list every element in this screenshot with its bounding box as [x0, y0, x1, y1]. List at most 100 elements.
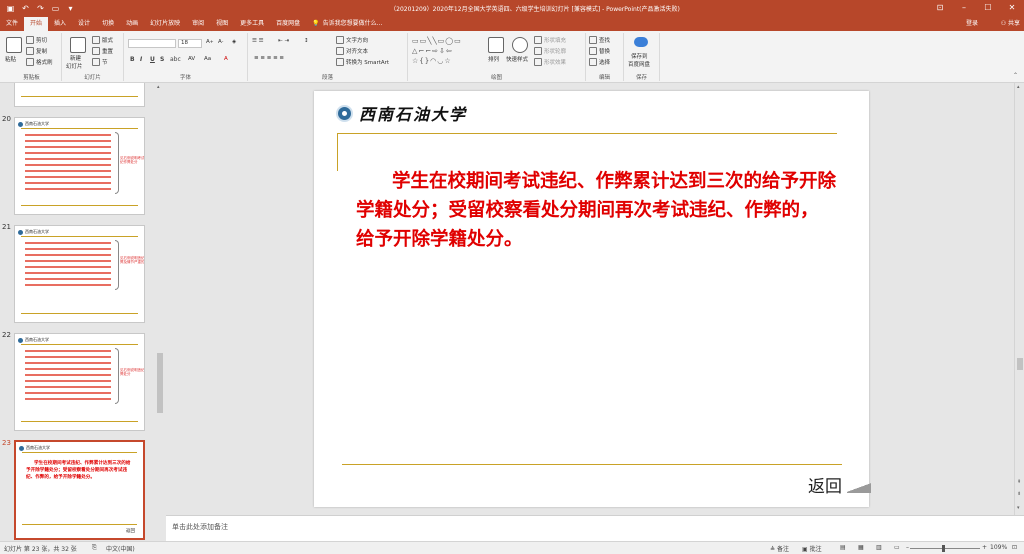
notes-pane[interactable]: 单击此处添加备注: [166, 515, 1024, 541]
cut-button[interactable]: 剪切: [26, 36, 47, 44]
arrange-icon[interactable]: [488, 37, 504, 53]
text-direction-button[interactable]: 文字方向: [336, 36, 368, 44]
line-spacing-icon[interactable]: ↕: [304, 38, 309, 44]
align-text-button[interactable]: 对齐文本: [336, 47, 368, 55]
shapes-gallery[interactable]: ▭▭╲╲▭◯▭ △⌐⌐⇨⇩⇦ ☆{}◠◡☆: [412, 36, 482, 66]
zoom-out-icon[interactable]: –: [906, 544, 909, 551]
reading-view-icon[interactable]: ▥: [876, 544, 882, 551]
zoom-level[interactable]: 109%: [990, 544, 1007, 551]
font-name-combo[interactable]: [128, 39, 176, 48]
tell-me-search[interactable]: 💡 告诉我您想要做什么...: [306, 17, 388, 31]
scroll-up-icon[interactable]: ▴: [157, 84, 160, 90]
ribbon-display-options-icon[interactable]: ⊡: [928, 1, 952, 15]
previous-slide-icon[interactable]: ⇞: [1017, 479, 1021, 485]
paste-icon[interactable]: [6, 37, 22, 53]
copy-button[interactable]: 复制: [26, 47, 47, 55]
tab-view[interactable]: 视图: [210, 17, 234, 31]
paste-button[interactable]: 粘贴: [5, 55, 16, 63]
reset-button[interactable]: 重置: [92, 47, 113, 55]
bold-button[interactable]: B: [130, 56, 135, 63]
bullets-icon[interactable]: ☰ ☰: [252, 38, 264, 44]
redo-icon[interactable]: ↷: [36, 4, 45, 13]
return-arrow-icon[interactable]: [847, 482, 871, 493]
tab-more-tools[interactable]: 更多工具: [234, 17, 270, 31]
login-link[interactable]: 登录: [966, 17, 978, 31]
comments-toggle[interactable]: ▣ 批注: [802, 544, 822, 553]
thumbnail-scrollbar[interactable]: ▴: [156, 83, 164, 541]
fit-to-window-icon[interactable]: ⊡: [1012, 544, 1017, 551]
layout-button[interactable]: 版式: [92, 36, 113, 44]
tab-review[interactable]: 审阅: [186, 17, 210, 31]
font-color-icon[interactable]: A: [224, 56, 228, 62]
slide-thumbnail-21[interactable]: 西南石油大学 见右侧说明违纪作弊及情节严重的: [14, 225, 145, 323]
grow-font-icon[interactable]: A +: [206, 39, 214, 45]
normal-view-icon[interactable]: ▤: [840, 544, 846, 551]
arrange-button[interactable]: 排列: [488, 55, 499, 63]
clear-format-icon[interactable]: ◈: [232, 39, 236, 45]
tab-file[interactable]: 文件: [0, 17, 24, 31]
customize-qat-icon[interactable]: ▾: [66, 4, 75, 13]
underline-button[interactable]: U: [150, 56, 155, 63]
collapse-ribbon-icon[interactable]: ⌃: [1013, 72, 1018, 79]
shape-fill-button[interactable]: 形状填充: [534, 36, 566, 44]
indent-icon[interactable]: ⇤ ⇥: [278, 38, 289, 44]
shadow-button[interactable]: S: [160, 56, 164, 63]
italic-button[interactable]: I: [140, 56, 142, 63]
share-button[interactable]: ⚇ 共享: [1001, 17, 1020, 31]
change-case-icon[interactable]: Aa: [204, 56, 211, 62]
close-icon[interactable]: ✕: [1000, 1, 1024, 15]
thumbnail-scroll-thumb[interactable]: [157, 353, 163, 413]
language-status[interactable]: 中文(中国): [106, 544, 135, 553]
slide-scroll-thumb[interactable]: [1017, 358, 1023, 370]
align-icons[interactable]: ≡ ≡ ≡ ≡ ≡: [254, 55, 284, 61]
tab-insert[interactable]: 插入: [48, 17, 72, 31]
tab-home[interactable]: 开始: [24, 17, 49, 31]
tab-baidu-netdisk[interactable]: 百度网盘: [270, 17, 306, 31]
zoom-slider-knob[interactable]: [942, 545, 945, 552]
zoom-slider[interactable]: [910, 548, 980, 549]
smartart-button[interactable]: 转换为 SmartArt: [336, 58, 389, 66]
slide-body-text[interactable]: 学生在校期间考试违纪、作弊累计达到三次的给予开除学籍处分；受留校察看处分期间再次…: [356, 167, 836, 254]
slide-canvas[interactable]: 西南石油大学 学生在校期间考试违纪、作弊累计达到三次的给予开除学籍处分；受留校察…: [314, 91, 871, 507]
new-slide-icon[interactable]: [70, 37, 86, 53]
spellcheck-icon[interactable]: ⎘: [92, 544, 97, 552]
font-size-combo[interactable]: 18: [178, 39, 202, 48]
find-button[interactable]: 查找: [589, 36, 610, 44]
slide-thumbnail-19[interactable]: [14, 83, 145, 107]
scroll-down-icon[interactable]: ▾: [1017, 505, 1020, 511]
strikethrough-button[interactable]: abc: [170, 56, 181, 63]
shrink-font-icon[interactable]: A-: [218, 39, 223, 45]
slide-thumbnail-20[interactable]: 西南石油大学 见右侧说明考试违纪作弊处分: [14, 117, 145, 215]
tab-design[interactable]: 设计: [72, 17, 96, 31]
quick-styles-button[interactable]: 快速样式: [506, 55, 528, 63]
shape-outline-button[interactable]: 形状轮廓: [534, 47, 566, 55]
save-icon[interactable]: ▣: [6, 4, 15, 13]
shape-effects-button[interactable]: 形状效果: [534, 58, 566, 66]
section-button[interactable]: 节: [92, 58, 108, 66]
char-spacing-icon[interactable]: AV: [188, 56, 195, 62]
select-button[interactable]: 选择: [589, 58, 610, 66]
tab-animations[interactable]: 动画: [120, 17, 144, 31]
tab-slideshow[interactable]: 幻灯片放映: [144, 17, 186, 31]
scroll-up-icon[interactable]: ▴: [1017, 84, 1020, 90]
replace-button[interactable]: 替换: [589, 47, 610, 55]
slideshow-view-icon[interactable]: ▭: [894, 544, 900, 551]
zoom-in-icon[interactable]: +: [982, 544, 987, 551]
slide-sorter-icon[interactable]: ▦: [858, 544, 864, 551]
slide-vertical-scrollbar[interactable]: ▴ ⇞ ⇟ ▾: [1014, 83, 1024, 515]
return-link[interactable]: 返回: [808, 472, 842, 497]
format-painter-button[interactable]: 格式刷: [26, 58, 53, 66]
slide-thumbnail-22[interactable]: 西南石油大学 见右侧说明违纪作弊处分: [14, 333, 145, 431]
maximize-icon[interactable]: ☐: [976, 1, 1000, 15]
baidu-cloud-icon[interactable]: [634, 37, 648, 47]
present-from-start-icon[interactable]: ▭: [51, 4, 60, 13]
tab-transitions[interactable]: 切换: [96, 17, 120, 31]
next-slide-icon[interactable]: ⇟: [1017, 491, 1021, 497]
new-slide-button[interactable]: 新建: [70, 54, 81, 62]
quick-styles-icon[interactable]: [512, 37, 528, 53]
notes-toggle[interactable]: ≜ 备注: [770, 544, 789, 553]
save-to-button[interactable]: 保存到: [631, 52, 648, 60]
minimize-icon[interactable]: –: [952, 1, 976, 15]
undo-icon[interactable]: ↶: [21, 4, 30, 13]
slide-thumbnail-23[interactable]: 西南石油大学 学生在校期间考试违纪、作弊累计达到三次的给予开除学籍处分；受留校察…: [14, 440, 145, 540]
